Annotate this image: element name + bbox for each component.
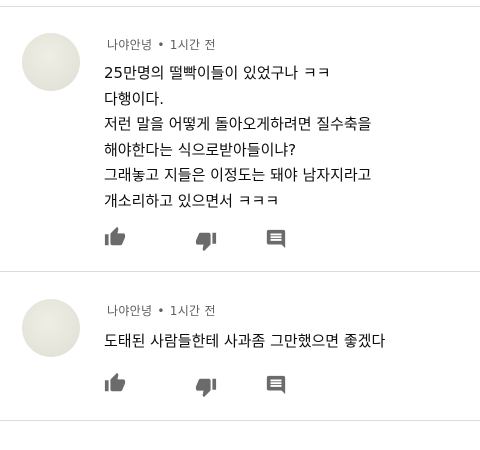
author-name[interactable]: 나야안녕 (107, 304, 152, 318)
author-name[interactable]: 나야안녕 (107, 38, 152, 52)
comment-divider (0, 271, 480, 272)
comment-line: 다행이다. (104, 89, 164, 108)
avatar[interactable] (22, 299, 80, 357)
comment-line: 도태된 사람들한테 사과좀 그만했으면 좋겠다 (104, 332, 386, 350)
bottom-divider (0, 420, 480, 421)
comment-line: 25만명의 떨빡이들이 있었구나 ㅋㅋ (104, 64, 331, 82)
meta-separator: • (157, 304, 165, 318)
reply-icon[interactable] (265, 228, 287, 250)
comment-line: 저런 말을 어떻게 돌아오게하려면 질수축을 (104, 115, 372, 134)
meta-separator: • (157, 38, 165, 52)
thumb-down-icon[interactable] (195, 230, 217, 252)
top-divider (0, 6, 480, 7)
avatar[interactable] (22, 33, 80, 91)
reply-icon[interactable] (265, 374, 287, 396)
thumb-up-icon[interactable] (104, 226, 126, 248)
comment-time[interactable]: 1시간 전 (170, 304, 216, 318)
comment-text: 도태된 사람들한테 사과좀 그만했으면 좋겠다 (104, 329, 474, 355)
comment-line: 해야한다는 식으로받아들이냐? (104, 140, 297, 159)
thumb-up-icon[interactable] (104, 372, 126, 394)
comment-time[interactable]: 1시간 전 (170, 38, 216, 52)
comment-text: 25만명의 떨빡이들이 있었구나 ㅋㅋ 다행이다. 저런 말을 어떻게 돌아오게… (104, 61, 474, 215)
comment-line: 그래놓고 지들은 이정도는 돼야 남자지라고 (104, 166, 372, 185)
comment-actions (104, 372, 304, 398)
thumb-down-icon[interactable] (195, 376, 217, 398)
comment-actions (104, 226, 304, 252)
comment-line: 개소리하고 있으면서 ㅋㅋㅋ (104, 191, 280, 210)
comment-meta: 나야안녕 • 1시간 전 (107, 304, 216, 318)
comment-meta: 나야안녕 • 1시간 전 (107, 38, 216, 52)
